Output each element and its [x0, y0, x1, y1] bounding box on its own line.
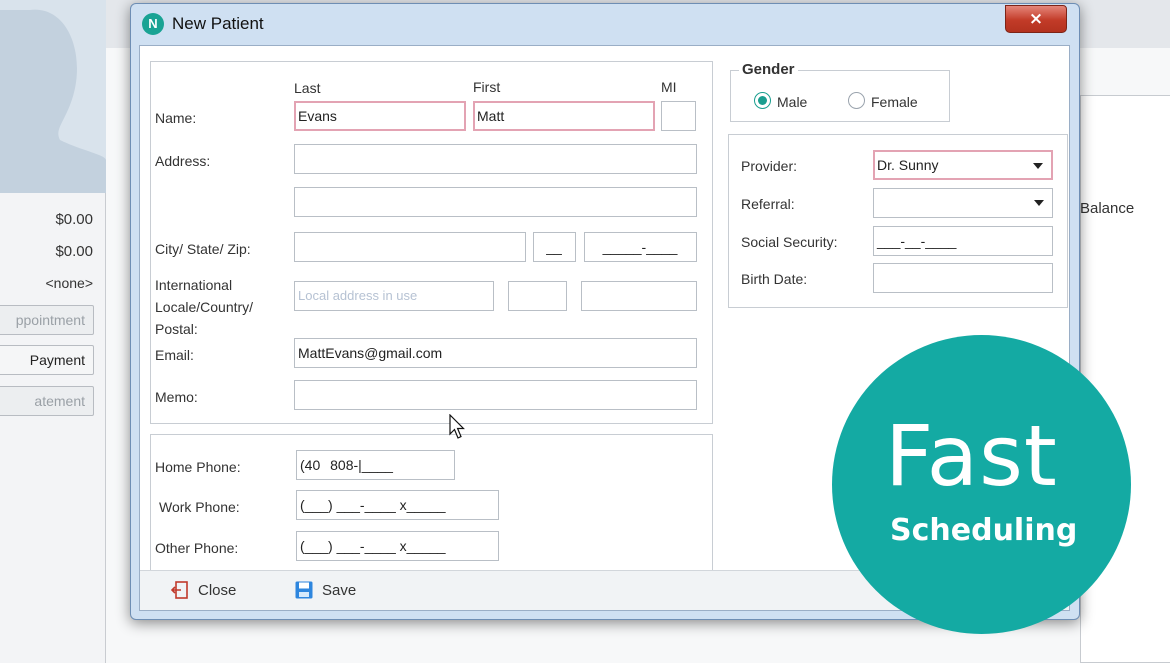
last-column-header: Last	[294, 80, 321, 96]
address-line2-input[interactable]	[294, 187, 697, 217]
amount-paid: $0.00	[55, 243, 93, 260]
locale-input[interactable]: Local address in use	[294, 281, 494, 311]
name-label: Name:	[155, 110, 197, 126]
first-name-input[interactable]: Matt	[473, 101, 655, 131]
ssn-label: Social Security:	[741, 234, 838, 250]
state-input[interactable]: __	[533, 232, 576, 262]
female-label[interactable]: Female	[871, 94, 918, 110]
window-close-button[interactable]: ×	[1005, 5, 1067, 33]
international-label-line1: International	[155, 277, 233, 293]
save-button-label: Save	[322, 582, 357, 599]
amount-none: <none>	[45, 275, 94, 291]
last-name-input[interactable]: Evans	[294, 101, 466, 131]
avatar-silhouette-icon	[0, 9, 106, 194]
close-button-label: Close	[198, 582, 237, 599]
work-phone-input[interactable]: (___) ___-____ x_____	[296, 490, 499, 520]
dialog-title: New Patient	[172, 14, 264, 33]
referral-label: Referral:	[741, 196, 795, 212]
address-label: Address:	[155, 153, 211, 169]
address-line1-input[interactable]	[294, 144, 697, 174]
balance-label: Balance	[1080, 200, 1135, 217]
home-phone-input[interactable]: (40 808-|____	[296, 450, 455, 480]
amount-due: $0.00	[55, 211, 93, 228]
city-state-zip-label: City/ State/ Zip:	[155, 241, 251, 257]
male-label[interactable]: Male	[777, 94, 807, 110]
female-radio[interactable]	[848, 92, 865, 109]
birth-date-input[interactable]	[873, 263, 1053, 293]
payment-button[interactable]: Payment	[0, 345, 94, 375]
mi-column-header: MI	[661, 79, 677, 95]
chevron-down-icon	[1033, 163, 1043, 169]
statement-button[interactable]: atement	[0, 386, 94, 416]
exit-icon	[170, 581, 188, 599]
other-phone-input[interactable]: (___) ___-____ x_____	[296, 531, 499, 561]
home-phone-value: (40	[300, 457, 321, 473]
memo-input[interactable]	[294, 380, 697, 410]
mouse-pointer-icon	[449, 414, 465, 439]
avatar	[0, 0, 106, 194]
ssn-input[interactable]: ___-__-____	[873, 226, 1053, 256]
work-phone-label: Work Phone:	[159, 499, 240, 515]
email-input[interactable]: MattEvans@gmail.com	[294, 338, 697, 368]
app-logo-icon: N	[142, 13, 164, 35]
city-input[interactable]	[294, 232, 526, 262]
international-label: International Locale/Country/ Postal:	[155, 274, 253, 340]
dialog-titlebar[interactable]: N New Patient ×	[131, 4, 1079, 44]
badge-title: Fast	[885, 407, 1058, 505]
memo-label: Memo:	[155, 389, 198, 405]
home-phone-value-rest: 808-|____	[330, 457, 393, 473]
male-radio[interactable]	[754, 92, 771, 109]
badge-subtitle: Scheduling	[890, 513, 1078, 548]
email-label: Email:	[155, 347, 194, 363]
floppy-disk-icon	[295, 581, 313, 599]
zip-input[interactable]: _____-____	[584, 232, 697, 262]
chevron-down-icon	[1034, 200, 1044, 206]
provider-label: Provider:	[741, 158, 798, 174]
appointment-button[interactable]: ppointment	[0, 305, 94, 335]
international-label-line2: Locale/Country/	[155, 299, 254, 315]
provider-select[interactable]: Dr. Sunny	[873, 150, 1053, 180]
country-input[interactable]	[508, 281, 567, 311]
patient-sidebar: $0.00 $0.00 <none> ppointment Payment at…	[0, 0, 106, 663]
middle-initial-input[interactable]	[661, 101, 696, 131]
international-label-line3: Postal:	[155, 321, 198, 337]
referral-select[interactable]	[873, 188, 1053, 218]
gender-legend: Gender	[739, 61, 798, 78]
postal-input[interactable]	[581, 281, 697, 311]
provider-value: Dr. Sunny	[877, 157, 939, 173]
other-phone-label: Other Phone:	[155, 540, 239, 556]
first-column-header: First	[473, 79, 501, 95]
birth-date-label: Birth Date:	[741, 271, 808, 287]
home-phone-label: Home Phone:	[155, 459, 241, 475]
